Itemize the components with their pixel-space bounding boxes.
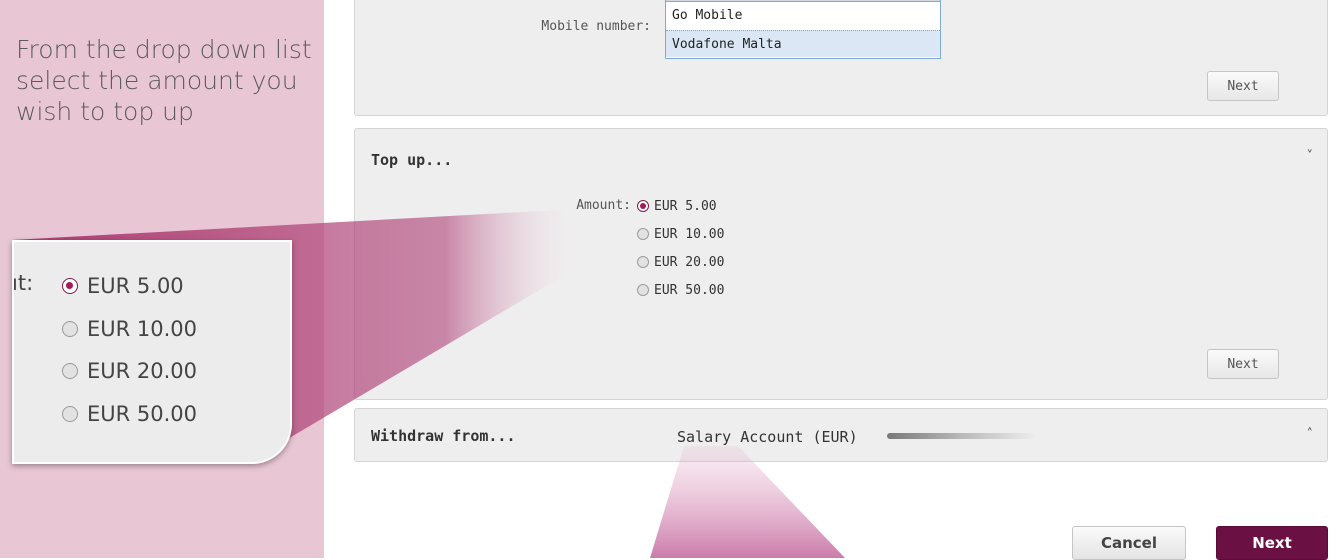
- radio-icon: [62, 363, 78, 379]
- amount-option-label: EUR 20.00: [654, 254, 725, 270]
- tutorial-step-label: From the drop down list select the amoun…: [16, 35, 312, 126]
- mobile-number-label: Mobile number:: [541, 19, 651, 34]
- provider-next-button[interactable]: Next: [1207, 71, 1279, 101]
- radio-icon[interactable]: [637, 228, 649, 240]
- radio-icon: [62, 321, 78, 337]
- cancel-button[interactable]: Cancel: [1072, 526, 1186, 560]
- withdraw-section[interactable]: Withdraw from... Salary Account (EUR) ˄: [354, 408, 1328, 462]
- chevron-up-icon[interactable]: ˄: [1307, 427, 1314, 442]
- zoom-amount-label-fragment: ıt:: [12, 271, 34, 295]
- radio-checked-icon[interactable]: [637, 200, 649, 212]
- amount-label: Amount:: [576, 198, 631, 213]
- zoom-callout: ıt: EUR 5.00 EUR 10.00 EUR 20.00 EUR 50.…: [12, 240, 292, 464]
- amount-option-label: EUR 50.00: [654, 282, 725, 298]
- zoom-option-5: EUR 5.00: [62, 271, 184, 301]
- zoom-option-label: EUR 10.00: [87, 317, 198, 341]
- withdraw-section-title: Withdraw from...: [371, 427, 516, 445]
- withdraw-account-value: Salary Account (EUR): [677, 428, 858, 446]
- zoom-option-label: EUR 20.00: [87, 359, 198, 383]
- zoom-option-label: EUR 5.00: [87, 274, 184, 298]
- next-button[interactable]: Next: [1216, 526, 1328, 560]
- dropdown-option-go-mobile[interactable]: Go Mobile: [666, 2, 940, 29]
- zoom-option-10: EUR 10.00: [62, 314, 197, 344]
- zoom-option-50: EUR 50.00: [62, 399, 197, 429]
- provider-dropdown-list[interactable]: Go Mobile Vodafone Malta: [665, 1, 941, 59]
- chevron-down-icon[interactable]: ˅: [1307, 149, 1314, 164]
- dropdown-option-vodafone[interactable]: Vodafone Malta: [666, 30, 940, 57]
- radio-icon[interactable]: [637, 284, 649, 296]
- redacted-account-number: [887, 433, 1037, 439]
- zoom-option-20: EUR 20.00: [62, 356, 197, 386]
- amount-option-label: EUR 5.00: [654, 198, 717, 214]
- amount-option-5[interactable]: EUR 5.00: [637, 197, 717, 215]
- topup-next-button[interactable]: Next: [1207, 349, 1279, 379]
- amount-option-50[interactable]: EUR 50.00: [637, 281, 724, 299]
- zoom-option-label: EUR 50.00: [87, 402, 198, 426]
- amount-option-label: EUR 10.00: [654, 226, 725, 242]
- topup-section: Top up... ˅ Amount: EUR 5.00 EUR 10.00 E…: [354, 128, 1328, 400]
- tutorial-panel: From the drop down list select the amoun…: [0, 0, 324, 558]
- topup-section-title: Top up...: [371, 151, 453, 169]
- tutorial-step-text: From the drop down list select the amoun…: [16, 34, 316, 127]
- main-form: Mobile number: Go Mobile Vodafone Malta …: [324, 0, 1338, 560]
- amount-option-20[interactable]: EUR 20.00: [637, 253, 724, 271]
- radio-icon[interactable]: [637, 256, 649, 268]
- radio-icon: [62, 406, 78, 422]
- radio-checked-icon: [62, 278, 78, 294]
- amount-option-10[interactable]: EUR 10.00: [637, 225, 724, 243]
- provider-section: Mobile number: Go Mobile Vodafone Malta …: [354, 0, 1328, 116]
